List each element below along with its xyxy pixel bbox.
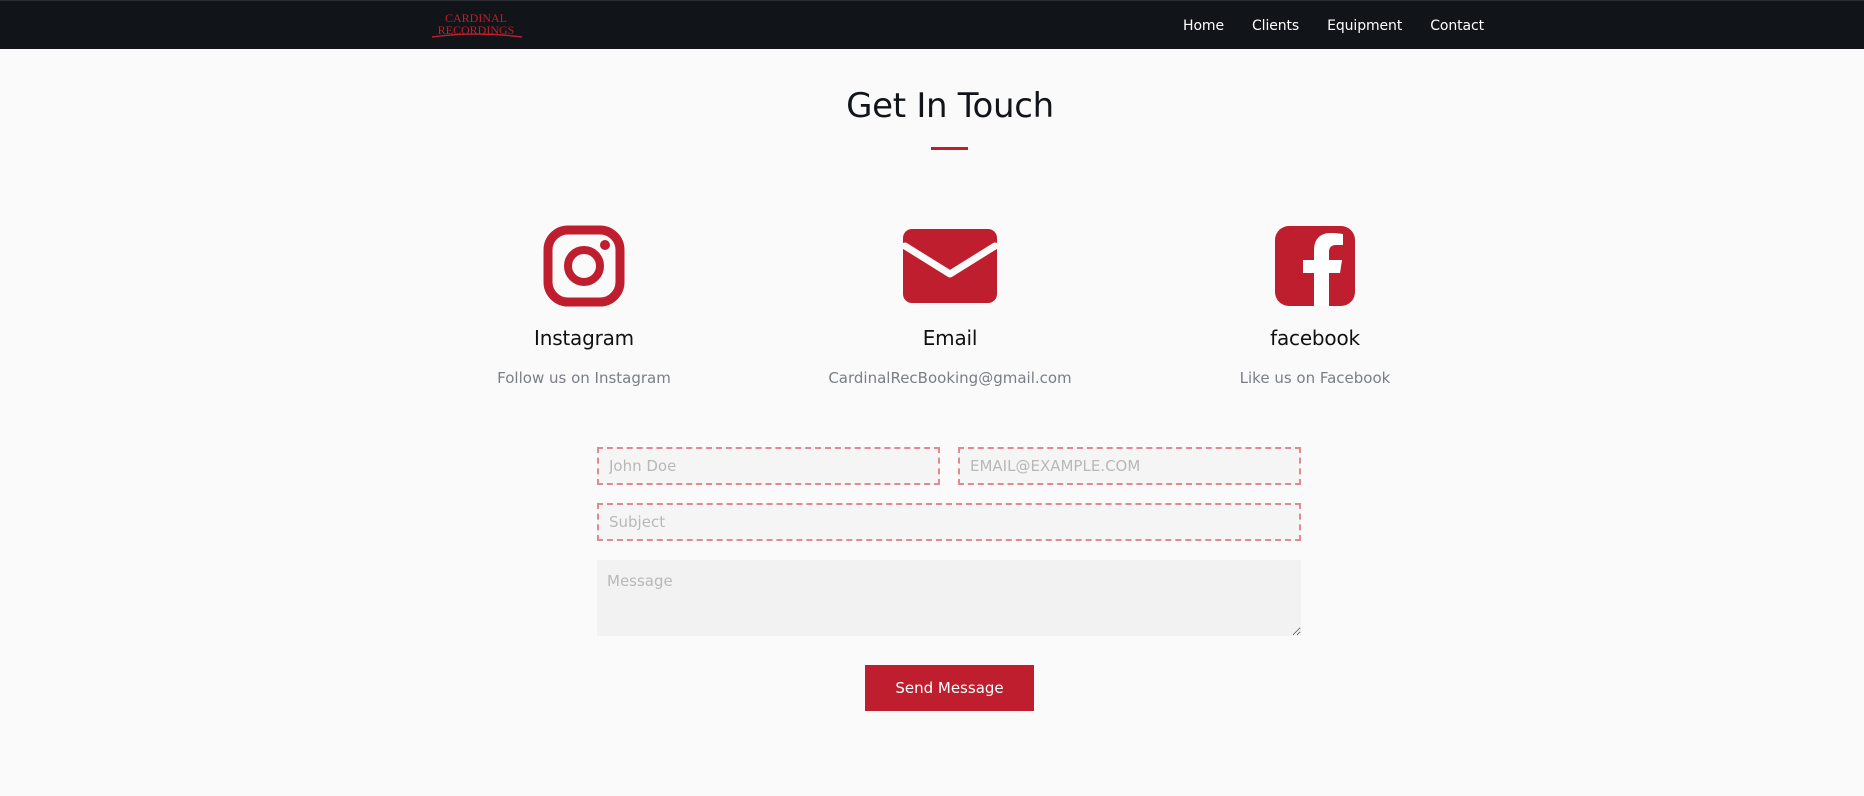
contact-card-instagram: Instagram Follow us on Instagram: [434, 225, 734, 387]
brand-logo[interactable]: CARDINAL RECORDINGS: [418, 10, 534, 40]
main-nav: Home Clients Equipment Contact: [1155, 1, 1484, 50]
message-textarea[interactable]: [597, 560, 1301, 636]
contact-card-email: Email CardinalRecBooking@gmail.com: [800, 226, 1100, 387]
cardinal-recordings-logo-icon: CARDINAL RECORDINGS: [431, 11, 523, 38]
name-input[interactable]: [597, 447, 940, 485]
contact-subtitle-instagram[interactable]: Follow us on Instagram: [434, 369, 734, 387]
page-title: Get In Touch: [846, 86, 1054, 126]
contact-title-email: Email: [922, 326, 978, 350]
contact-card-facebook: facebook Like us on Facebook: [1165, 226, 1465, 387]
top-navbar: CARDINAL RECORDINGS Home Clients Equipme…: [0, 0, 1864, 49]
contact-title-instagram: Instagram: [534, 326, 634, 350]
contact-title-facebook: facebook: [1270, 326, 1360, 350]
email-icon[interactable]: [901, 228, 999, 308]
nav-link-clients[interactable]: Clients: [1252, 18, 1299, 34]
nav-link-home[interactable]: Home: [1183, 18, 1224, 34]
instagram-icon[interactable]: [543, 225, 625, 311]
title-divider: [931, 147, 968, 150]
subject-input[interactable]: [597, 503, 1301, 541]
contact-subtitle-email[interactable]: CardinalRecBooking@gmail.com: [800, 369, 1100, 387]
nav-link-contact[interactable]: Contact: [1430, 18, 1484, 34]
contact-subtitle-facebook[interactable]: Like us on Facebook: [1165, 369, 1465, 387]
facebook-icon[interactable]: [1274, 225, 1356, 311]
send-message-button[interactable]: Send Message: [865, 665, 1034, 711]
email-input[interactable]: [958, 447, 1301, 485]
nav-link-equipment[interactable]: Equipment: [1327, 18, 1402, 34]
